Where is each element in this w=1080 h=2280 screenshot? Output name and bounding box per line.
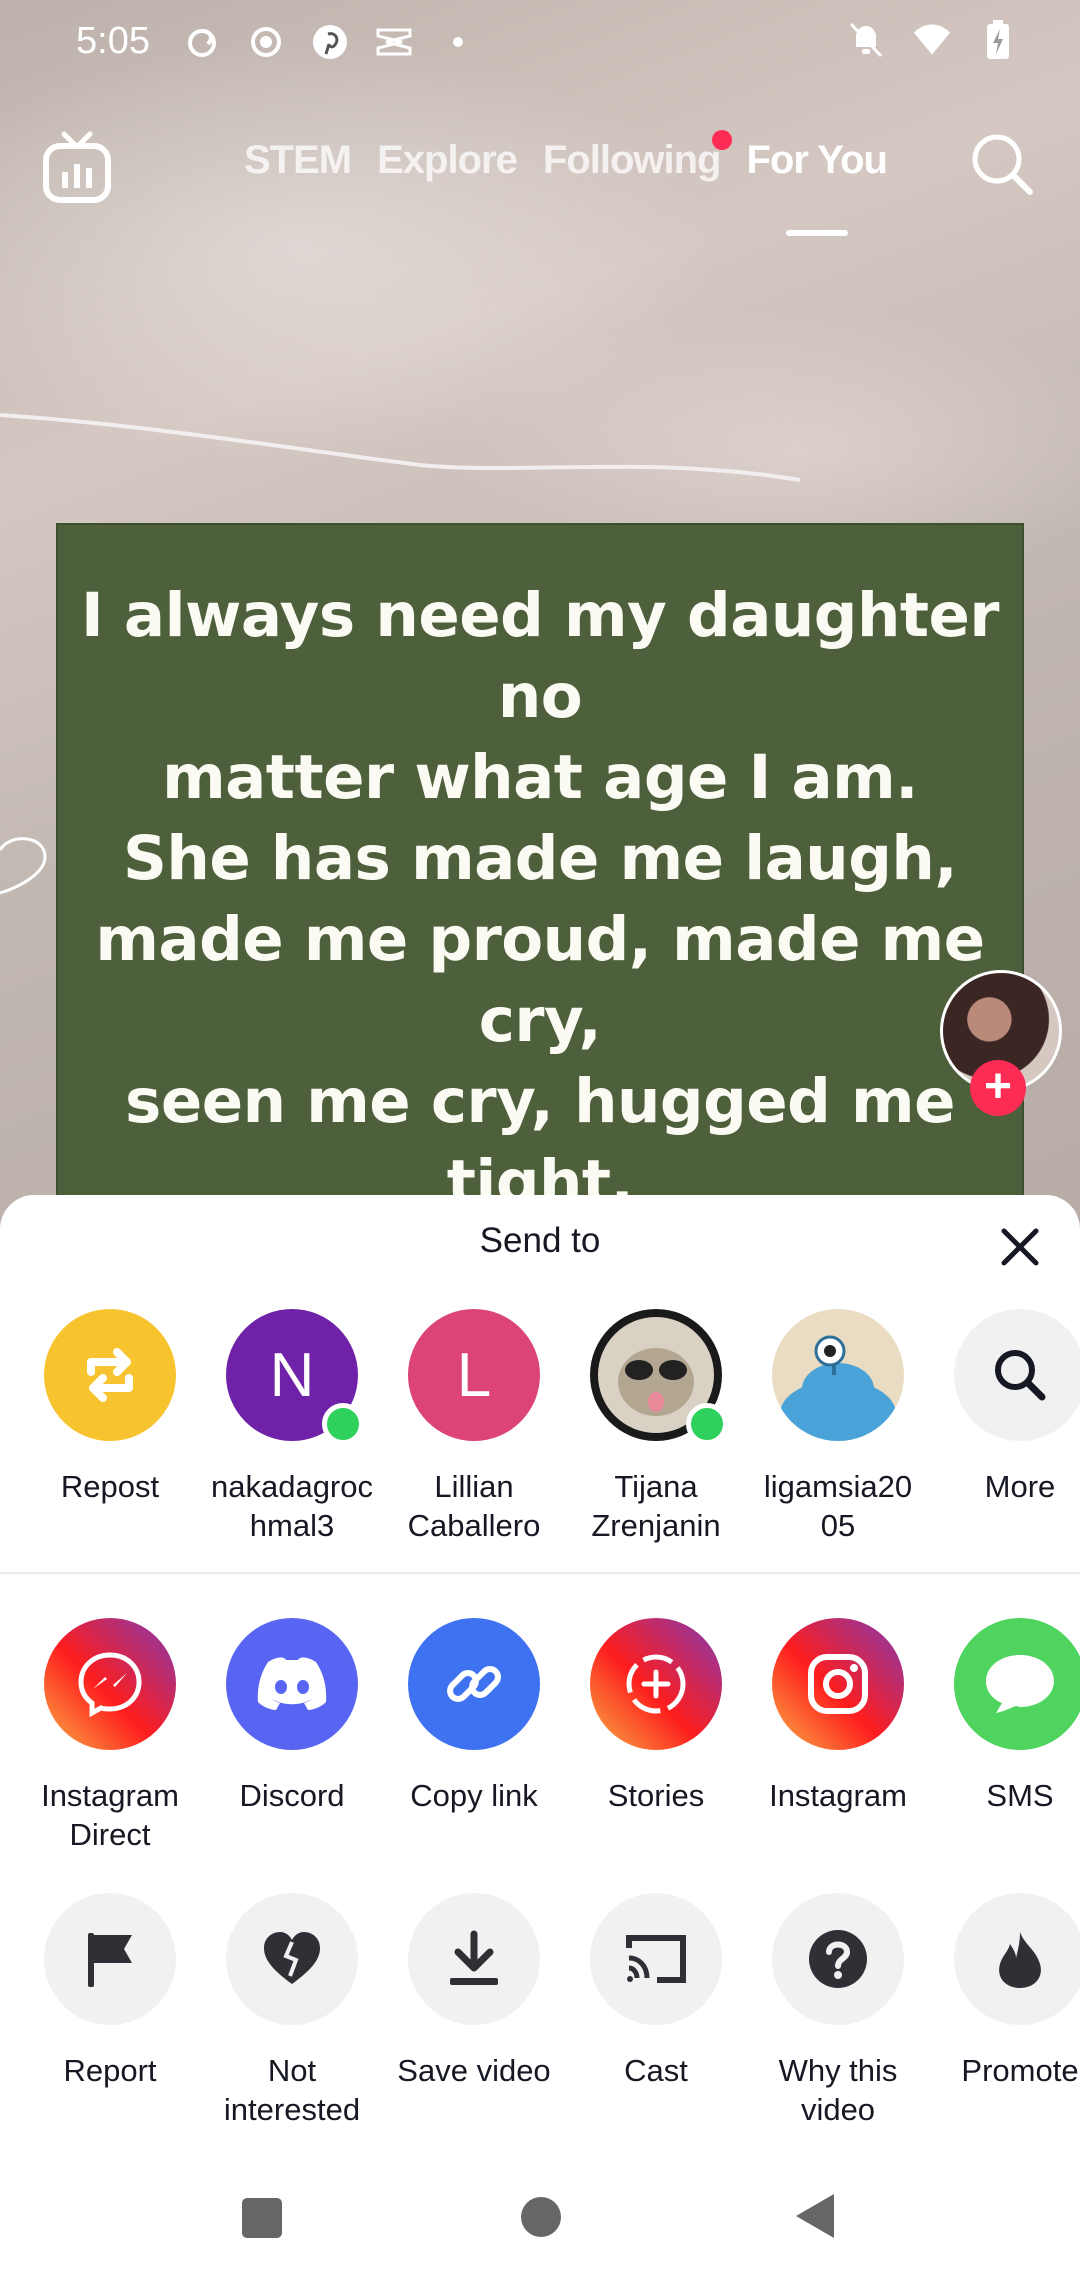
status-bar: 5:05 [0, 0, 1080, 90]
avatar: N [226, 1309, 364, 1445]
action-label: Promote [961, 2053, 1079, 2088]
more-contacts-button[interactable]: More [929, 1309, 1080, 1506]
alien-avatar-icon [780, 1335, 896, 1441]
tab-stem[interactable]: STEM [244, 138, 352, 183]
search-icon[interactable] [970, 132, 1034, 196]
sheet-title: Send to [479, 1221, 601, 1260]
recents-button[interactable] [240, 2196, 284, 2245]
contact-name: nakadagroc hmal3 [210, 1469, 373, 1543]
tab-following[interactable]: Following [542, 130, 733, 183]
contact-name: Lillian Caballero [407, 1469, 541, 1543]
record-icon [246, 22, 286, 62]
tab-explore[interactable]: Explore [377, 138, 518, 183]
avatar [590, 1309, 728, 1445]
battery-charging-icon [978, 20, 1018, 60]
link-icon [408, 1618, 540, 1750]
tab-following-label: Following [542, 138, 722, 182]
top-nav: STEM Explore Following For You [0, 120, 1080, 236]
tab-for-you-label: For You [746, 138, 887, 182]
mountain-ridge [0, 413, 801, 482]
close-icon[interactable] [998, 1225, 1042, 1269]
share-sms[interactable]: SMS [929, 1618, 1080, 1815]
share-label: Instagram Direct [41, 1778, 179, 1852]
avatar [772, 1309, 904, 1441]
navigation-bar [0, 2180, 1080, 2280]
share-label: Discord [239, 1778, 345, 1813]
cast-icon [590, 1893, 722, 2025]
divider [0, 1572, 1080, 1574]
sms-icon [954, 1618, 1080, 1750]
instagram-icon [772, 1618, 904, 1750]
repost-icon [44, 1309, 176, 1441]
flag-icon [44, 1893, 176, 2025]
dot-icon [438, 22, 478, 62]
action-label: Not interested [223, 2053, 361, 2127]
download-icon [408, 1893, 540, 2025]
contact-ligamsia2005[interactable]: ligamsia20 05 [747, 1309, 929, 1545]
online-status-dot [686, 1403, 728, 1445]
action-label: Cast [624, 2053, 688, 2088]
share-instagram-direct[interactable]: Instagram Direct [19, 1618, 201, 1854]
back-button[interactable] [794, 2192, 836, 2245]
avatar-initial: L [456, 1340, 492, 1410]
share-label: SMS [986, 1778, 1054, 1813]
contact-name: Tijana Zrenjanin [591, 1469, 721, 1543]
save-video-button[interactable]: Save video [383, 1893, 565, 2090]
why-this-video-button[interactable]: Why this video [747, 1893, 929, 2129]
wifi-icon [912, 20, 952, 60]
notification-dot [712, 130, 733, 150]
home-button[interactable] [520, 2196, 562, 2243]
share-sheet: Send to Repost N nakadagroc hmal3 L Lill… [0, 1195, 1080, 2280]
action-label: Report [63, 2053, 157, 2088]
heart-outline-icon [0, 837, 47, 895]
discord-icon [226, 1618, 358, 1750]
contact-tijana-zrenjanin[interactable]: Tijana Zrenjanin [565, 1309, 747, 1545]
repost-label: Repost [60, 1469, 160, 1504]
messenger-icon [44, 1618, 176, 1750]
share-label: Stories [607, 1778, 705, 1813]
share-instagram[interactable]: Instagram [747, 1618, 929, 1815]
share-copy-link[interactable]: Copy link [383, 1618, 565, 1815]
share-discord[interactable]: Discord [201, 1618, 383, 1815]
avatar: L [408, 1309, 540, 1441]
not-interested-button[interactable]: Not interested [201, 1893, 383, 2129]
more-label: More [984, 1469, 1056, 1504]
contact-name: ligamsia20 05 [763, 1469, 913, 1543]
question-icon [772, 1893, 904, 2025]
avatar-initial: N [269, 1340, 315, 1410]
share-label: Instagram [769, 1778, 907, 1813]
action-label: Save video [397, 2053, 551, 2088]
pinterest-icon [310, 22, 350, 62]
live-tv-icon[interactable] [42, 130, 112, 206]
broken-heart-icon [226, 1893, 358, 2025]
quote-card: I always need my daughter no matter what… [58, 525, 1022, 1542]
share-label: Copy link [410, 1778, 538, 1813]
stories-icon [590, 1618, 722, 1750]
contact-nakadagrochmal3[interactable]: N nakadagroc hmal3 [201, 1309, 383, 1545]
contact-lillian-caballero[interactable]: L Lillian Caballero [383, 1309, 565, 1545]
action-label: Why this video [778, 2053, 898, 2127]
capcut-icon [374, 22, 414, 62]
repost-button[interactable]: Repost [19, 1309, 201, 1506]
follow-plus-icon[interactable]: + [970, 1060, 1026, 1116]
share-stories[interactable]: Stories [565, 1618, 747, 1815]
tab-for-you[interactable]: For You [746, 138, 888, 236]
promote-button[interactable]: Promote [929, 1893, 1080, 2090]
cast-button[interactable]: Cast [565, 1893, 747, 2090]
threads-icon [182, 22, 222, 62]
status-time: 5:05 [76, 20, 150, 62]
flame-icon [954, 1893, 1080, 2025]
report-button[interactable]: Report [19, 1893, 201, 2090]
online-status-dot [322, 1403, 364, 1445]
active-tab-indicator [785, 230, 848, 236]
search-icon [954, 1309, 1080, 1441]
bell-off-icon [846, 20, 886, 60]
